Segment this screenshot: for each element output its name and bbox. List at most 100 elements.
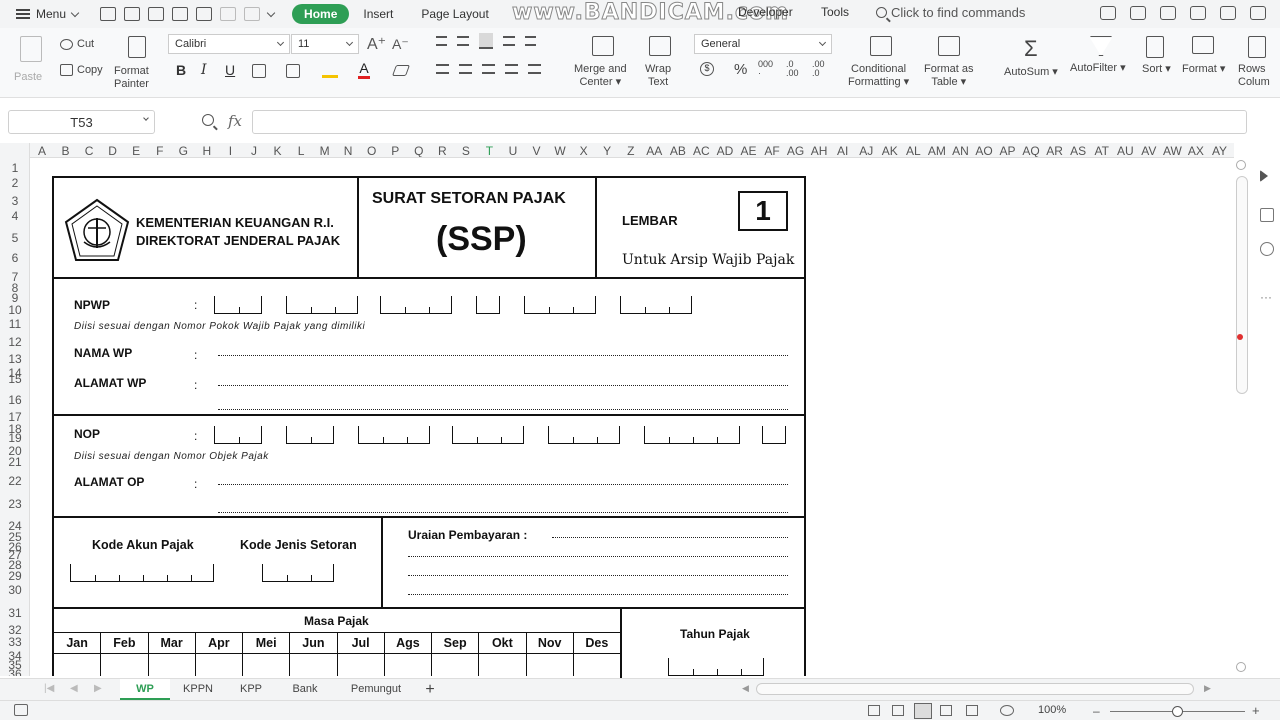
- column-header-aw[interactable]: AW: [1160, 144, 1184, 157]
- column-header-q[interactable]: Q: [407, 144, 431, 157]
- format-as-table-button[interactable]: Format as Table ▾: [924, 36, 974, 89]
- tab-developer[interactable]: Developer: [738, 5, 793, 19]
- zoom-formula-icon[interactable]: [202, 114, 214, 129]
- column-header-af[interactable]: AF: [760, 144, 784, 157]
- column-header-r[interactable]: R: [430, 144, 454, 157]
- row-header-6[interactable]: 6: [0, 252, 29, 264]
- npwp-digit-group-1[interactable]: [214, 296, 262, 314]
- scroll-left-icon[interactable]: ◀: [742, 683, 749, 694]
- align-left-icon[interactable]: [436, 64, 449, 74]
- vertical-scrollbar-thumb[interactable]: [1236, 176, 1248, 394]
- row-header-23[interactable]: 23: [0, 498, 29, 510]
- column-header-ai[interactable]: AI: [831, 144, 855, 157]
- thousands-separator-icon[interactable]: 000 ·: [758, 60, 773, 78]
- alamat-op-field[interactable]: [218, 483, 788, 485]
- fx-icon[interactable]: fx: [228, 112, 242, 130]
- distributed-icon[interactable]: [528, 64, 541, 74]
- align-middle-icon[interactable]: [457, 36, 469, 46]
- scroll-up-icon[interactable]: [1236, 160, 1246, 170]
- column-header-b[interactable]: B: [54, 144, 78, 157]
- kode-jenis-boxes[interactable]: [262, 564, 334, 582]
- first-sheet-icon[interactable]: |◀: [44, 683, 54, 694]
- alamat-wp-field-2[interactable]: [218, 408, 788, 410]
- align-center-icon[interactable]: [459, 64, 472, 74]
- row-header-31[interactable]: 31: [0, 607, 29, 619]
- tab-home[interactable]: Home: [292, 4, 350, 24]
- format-painter-button[interactable]: Format Painter: [114, 36, 149, 91]
- scroll-right-icon[interactable]: ▶: [1204, 683, 1211, 694]
- tab-tools[interactable]: Tools: [821, 5, 849, 19]
- npwp-digit-group-3[interactable]: [380, 296, 452, 314]
- paste-button[interactable]: Paste: [14, 36, 42, 83]
- kode-akun-boxes[interactable]: [70, 564, 214, 582]
- undo-icon[interactable]: [220, 7, 237, 21]
- row-header-12[interactable]: 12: [0, 336, 29, 348]
- tahun-pajak-boxes[interactable]: [668, 658, 764, 676]
- nop-digit-group-5[interactable]: [548, 426, 620, 444]
- row-header-5[interactable]: 5: [0, 232, 29, 244]
- row-header-2[interactable]: 2: [0, 177, 29, 189]
- properties-icon[interactable]: [1260, 208, 1274, 222]
- row-header-19[interactable]: 19: [0, 432, 29, 444]
- decrease-decimal-icon[interactable]: .00.0: [812, 60, 825, 78]
- column-header-h[interactable]: H: [195, 144, 219, 157]
- sheet-tab-kppn[interactable]: KPPN: [172, 679, 224, 700]
- month-value-okt[interactable]: [479, 654, 527, 676]
- history-icon[interactable]: [1260, 242, 1274, 256]
- format-button[interactable]: Format ▾: [1182, 36, 1225, 76]
- column-header-ar[interactable]: AR: [1043, 144, 1067, 157]
- increase-indent-icon[interactable]: [524, 36, 536, 46]
- row-header-11[interactable]: 11: [0, 318, 29, 330]
- month-value-ags[interactable]: [385, 654, 432, 676]
- column-header-y[interactable]: Y: [595, 144, 619, 157]
- conditional-formatting-button[interactable]: Conditional Formatting ▾: [848, 36, 909, 89]
- redo-icon[interactable]: [244, 7, 261, 21]
- npwp-digit-group-5[interactable]: [524, 296, 596, 314]
- full-screen-icon[interactable]: [1000, 705, 1014, 716]
- column-header-ak[interactable]: AK: [878, 144, 902, 157]
- nop-digit-group-4[interactable]: [452, 426, 524, 444]
- uraian-field-3[interactable]: [408, 574, 788, 576]
- decrease-indent-icon[interactable]: [503, 36, 515, 46]
- name-box[interactable]: T53: [8, 110, 155, 134]
- next-sheet-icon[interactable]: ▶: [94, 683, 102, 694]
- percent-button[interactable]: %: [734, 61, 747, 78]
- prev-sheet-icon[interactable]: ◀: [70, 683, 78, 694]
- align-top-icon[interactable]: [436, 36, 448, 46]
- bold-icon[interactable]: B: [176, 62, 186, 78]
- column-header-ax[interactable]: AX: [1184, 144, 1208, 157]
- zoom-slider-knob[interactable]: [1172, 706, 1183, 717]
- wrap-text-button[interactable]: Wrap Text: [645, 36, 671, 89]
- eye-protection-icon[interactable]: [868, 705, 880, 716]
- column-header-az[interactable]: AZ: [1231, 144, 1234, 157]
- row-header-15[interactable]: 15: [0, 373, 29, 385]
- normal-view-icon[interactable]: [914, 703, 932, 719]
- nop-digit-group-1[interactable]: [214, 426, 262, 444]
- column-header-s[interactable]: S: [454, 144, 478, 157]
- tab-page-layout[interactable]: Page Layout: [407, 4, 502, 24]
- npwp-digit-group-4[interactable]: [476, 296, 500, 314]
- row-header-16[interactable]: 16: [0, 394, 29, 406]
- underline-icon[interactable]: U: [225, 62, 235, 78]
- page-break-view-icon[interactable]: [940, 705, 952, 716]
- column-header-ac[interactable]: AC: [689, 144, 713, 157]
- column-header-a[interactable]: A: [30, 144, 54, 157]
- column-header-as[interactable]: AS: [1066, 144, 1090, 157]
- row-header-30[interactable]: 30: [0, 584, 29, 596]
- row-header-10[interactable]: 10: [0, 304, 29, 316]
- sheet-tab-kpp[interactable]: KPP: [228, 679, 274, 700]
- more-icon[interactable]: ···: [1260, 291, 1274, 308]
- increase-font-icon[interactable]: A⁺: [367, 34, 386, 54]
- column-header-n[interactable]: N: [336, 144, 360, 157]
- autofilter-button[interactable]: AutoFilter ▾: [1070, 36, 1126, 75]
- autosum-button[interactable]: Σ AutoSum ▾: [1004, 36, 1058, 79]
- borders-icon[interactable]: [252, 64, 266, 78]
- column-header-j[interactable]: J: [242, 144, 266, 157]
- collapse-ribbon-icon[interactable]: [1250, 6, 1266, 20]
- month-value-jun[interactable]: [290, 654, 338, 676]
- nop-digit-group-6[interactable]: [644, 426, 740, 444]
- month-value-des[interactable]: [574, 654, 621, 676]
- npwp-digit-group-6[interactable]: [620, 296, 692, 314]
- font-color-icon[interactable]: A: [358, 60, 370, 79]
- column-header-i[interactable]: I: [218, 144, 242, 157]
